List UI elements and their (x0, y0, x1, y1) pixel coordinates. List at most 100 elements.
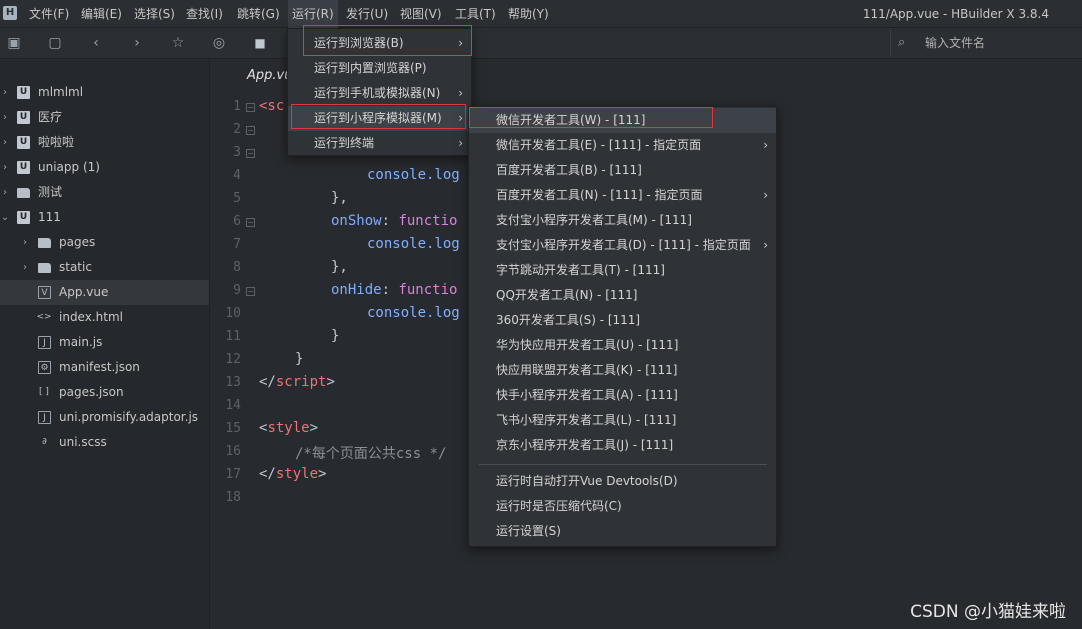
code-token: : (381, 282, 399, 298)
tree-item-uni-promisify[interactable]: J uni.promisify.adaptor.js (0, 405, 209, 430)
tree-item-uni-scss[interactable]: ∂ uni.scss (0, 430, 209, 455)
line-number: 4 (233, 168, 241, 183)
chevron-right-icon: › (763, 188, 768, 202)
chevron-right-icon[interactable]: › (0, 180, 10, 205)
manifest-file-icon: ⚙ (38, 361, 51, 374)
line-number: 7 (233, 237, 241, 252)
code-token: console.log (367, 305, 460, 321)
file-search-input[interactable] (925, 33, 1075, 53)
project-icon: U (17, 136, 30, 149)
chevron-right-icon[interactable]: › (0, 80, 10, 105)
code-token: : (381, 213, 399, 229)
tree-item-label: 啦啦啦 (38, 135, 75, 149)
back-icon[interactable]: ‹ (87, 34, 105, 52)
menu-publish[interactable]: 发行(U) (346, 0, 388, 28)
menu-find[interactable]: 查找(I) (186, 0, 223, 28)
menu-help[interactable]: 帮助(Y) (508, 0, 549, 28)
tree-item-label: main.js (59, 335, 103, 349)
fold-toggle-icon[interactable]: − (246, 149, 255, 158)
menu-item-feishu-devtools[interactable]: 飞书小程序开发者工具(L) - [111] (469, 408, 776, 433)
chevron-down-icon[interactable]: ⌄ (0, 205, 10, 230)
menu-file[interactable]: 文件(F) (29, 0, 69, 28)
menu-select[interactable]: 选择(S) (134, 0, 175, 28)
code-token: functio (398, 282, 458, 298)
forward-icon[interactable]: › (128, 34, 146, 52)
menu-item-wechat-devtools[interactable]: 微信开发者工具(W) - [111] (469, 108, 776, 133)
menu-item-compress-code[interactable]: 运行时是否压缩代码(C) (469, 494, 776, 519)
tree-item-111[interactable]: ⌄ U 111 (0, 205, 209, 230)
tree-item-pages[interactable]: › pages (0, 230, 209, 255)
line-number: 8 (233, 260, 241, 275)
line-number: 1 (233, 99, 241, 114)
menu-item-label: 百度开发者工具(N) - [111] - 指定页面 (496, 188, 703, 202)
menu-tools[interactable]: 工具(T) (455, 0, 496, 28)
menu-item-label: 字节跳动开发者工具(T) - [111] (496, 263, 665, 277)
fold-toggle-icon[interactable]: − (246, 103, 255, 112)
fold-toggle-icon[interactable]: − (246, 126, 255, 135)
tree-item-lalala[interactable]: › U 啦啦啦 (0, 130, 209, 155)
tree-item-pages-json[interactable]: [ ] pages.json (0, 380, 209, 405)
code-token: > (309, 420, 319, 436)
fold-toggle-icon[interactable]: − (246, 218, 255, 227)
scss-file-icon: ∂ (42, 437, 47, 447)
new-file-icon[interactable]: ▣ (5, 34, 23, 52)
menu-item-alipay-devtools-page[interactable]: 支付宝小程序开发者工具(D) - [111] - 指定页面 › (469, 233, 776, 258)
menu-divider (479, 464, 767, 465)
tree-item-main-js[interactable]: J main.js (0, 330, 209, 355)
project-icon[interactable]: ■ (251, 34, 269, 52)
menu-view[interactable]: 视图(V) (400, 0, 442, 28)
tree-item-uniapp[interactable]: › U uniapp (1) (0, 155, 209, 180)
tree-item-manifest-json[interactable]: ⚙ manifest.json (0, 355, 209, 380)
tree-item-label: uniapp (1) (38, 160, 100, 174)
tree-item-mlmlml[interactable]: › U mlmlml (0, 80, 209, 105)
code-line: }, (331, 259, 348, 275)
star-icon[interactable]: ☆ (169, 34, 187, 52)
tree-item-ceshi[interactable]: › 测试 (0, 180, 209, 205)
code-token: onShow (331, 213, 382, 229)
menu-goto[interactable]: 跳转(G) (237, 0, 280, 28)
save-icon[interactable]: ▢ (46, 34, 64, 52)
line-number: 6 (233, 214, 241, 229)
line-number: 18 (225, 490, 241, 505)
code-token: console.log (367, 236, 460, 252)
menu-item-run-to-browser[interactable]: 运行到浏览器(B) › (288, 31, 471, 56)
menu-item-run-settings[interactable]: 运行设置(S) (469, 519, 776, 544)
menu-item-wechat-devtools-page[interactable]: 微信开发者工具(E) - [111] - 指定页面 › (469, 133, 776, 158)
run-icon[interactable]: ◎ (210, 34, 228, 52)
menu-item-run-to-terminal[interactable]: 运行到终端 › (288, 131, 471, 156)
line-number: 2 (233, 122, 241, 137)
chevron-right-icon[interactable]: › (20, 255, 30, 280)
hbuilder-logo-icon: H (3, 6, 17, 20)
menu-item-label: 京东小程序开发者工具(J) - [111] (496, 438, 674, 452)
menu-edit[interactable]: 编辑(E) (81, 0, 122, 28)
menu-item-huawei-quickapp-devtools[interactable]: 华为快应用开发者工具(U) - [111] (469, 333, 776, 358)
menu-item-360-devtools[interactable]: 360开发者工具(S) - [111] (469, 308, 776, 333)
menu-item-baidu-devtools[interactable]: 百度开发者工具(B) - [111] (469, 158, 776, 183)
menu-item-quickapp-alliance-devtools[interactable]: 快应用联盟开发者工具(K) - [111] (469, 358, 776, 383)
menu-run[interactable]: 运行(R) (288, 0, 338, 28)
tree-item-index-html[interactable]: <> index.html (0, 305, 209, 330)
chevron-right-icon[interactable]: › (20, 230, 30, 255)
chevron-right-icon[interactable]: › (0, 155, 10, 180)
tree-item-app-vue[interactable]: V App.vue (0, 280, 209, 305)
tree-item-static[interactable]: › static (0, 255, 209, 280)
menu-item-baidu-devtools-page[interactable]: 百度开发者工具(N) - [111] - 指定页面 › (469, 183, 776, 208)
menu-item-qq-devtools[interactable]: QQ开发者工具(N) - [111] (469, 283, 776, 308)
tree-item-label: 医疗 (38, 110, 63, 124)
chevron-right-icon: › (458, 111, 463, 125)
chevron-right-icon[interactable]: › (0, 130, 10, 155)
menu-item-kuaishou-devtools[interactable]: 快手小程序开发者工具(A) - [111] (469, 383, 776, 408)
menu-item-auto-open-vue-devtools[interactable]: 运行时自动打开Vue Devtools(D) (469, 469, 776, 494)
chevron-right-icon[interactable]: › (0, 105, 10, 130)
menu-item-run-to-miniprogram[interactable]: 运行到小程序模拟器(M) › (288, 106, 471, 131)
fold-toggle-icon[interactable]: − (246, 287, 255, 296)
code-line: console.log (367, 305, 460, 321)
tree-item-yiliao[interactable]: › U 医疗 (0, 105, 209, 130)
menu-item-run-to-phone[interactable]: 运行到手机或模拟器(N) › (288, 81, 471, 106)
code-line: /*每个页面公共css */ (295, 443, 446, 463)
menu-item-run-to-builtin-browser[interactable]: 运行到内置浏览器(P) (288, 56, 471, 81)
menu-item-jd-devtools[interactable]: 京东小程序开发者工具(J) - [111] (469, 433, 776, 458)
menu-item-bytedance-devtools[interactable]: 字节跳动开发者工具(T) - [111] (469, 258, 776, 283)
menu-item-alipay-devtools[interactable]: 支付宝小程序开发者工具(M) - [111] (469, 208, 776, 233)
menu-item-label: 运行时自动打开Vue Devtools(D) (496, 474, 678, 488)
